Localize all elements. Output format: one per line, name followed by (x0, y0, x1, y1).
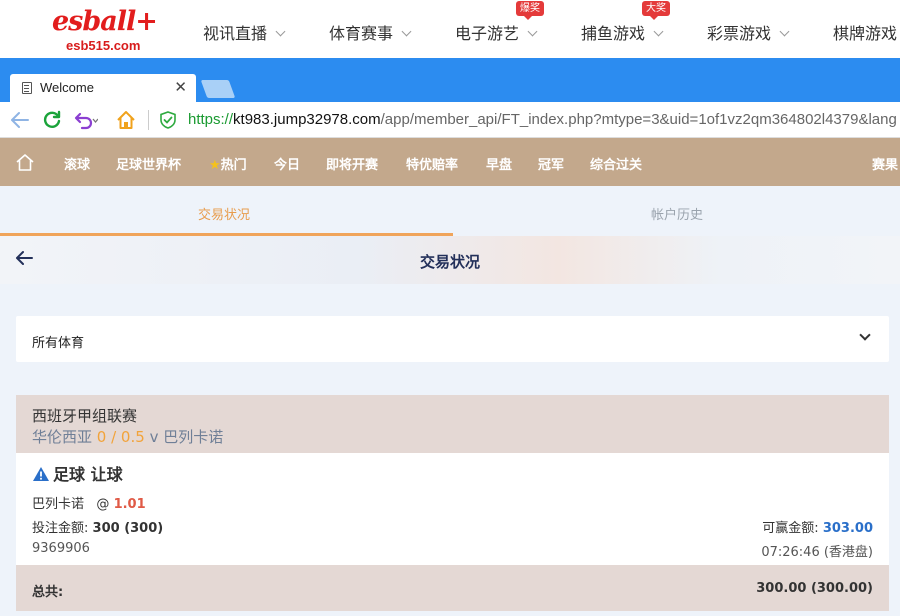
versus-label: v (149, 428, 159, 446)
menu-item-parlay[interactable]: 综合过关 (590, 154, 642, 173)
page-header: 交易状况 (0, 236, 900, 284)
home-icon[interactable] (116, 110, 136, 130)
menu-item-outright[interactable]: 冠军 (538, 154, 564, 173)
menu-item-early[interactable]: 早盘 (486, 154, 512, 173)
nav-label: 体育赛事 (329, 24, 394, 43)
bet-odds: 1.01 (113, 497, 146, 512)
selection-team: 巴列卡诺 (32, 497, 85, 512)
stake-row: 投注金额: 300 (300) (32, 517, 163, 536)
bet-selection: 巴列卡诺 @ 1.01 (32, 493, 146, 512)
sport-filter-select[interactable]: 所有体育 (16, 316, 889, 362)
nav-item-live-casino[interactable]: 视讯直播 (203, 20, 286, 44)
shield-icon[interactable] (160, 111, 176, 129)
stake-value: 300 (300) (92, 521, 164, 536)
tab-transaction-status[interactable]: 交易状况 (198, 204, 250, 223)
nav-item-lottery[interactable]: 彩票游戏 (707, 20, 790, 44)
nav-item-cards[interactable]: 棋牌游戏 (833, 20, 897, 44)
win-row: 可赢金额: 303.00 (762, 517, 873, 536)
close-icon[interactable]: ✕ (174, 78, 187, 96)
nav-label: 捕鱼游戏 (581, 24, 646, 43)
chevron-down-icon (527, 26, 538, 37)
menu-item-starting-soon[interactable]: 即将开赛 (326, 154, 378, 173)
site-logo[interactable]: esball+ esb515.com (52, 6, 162, 54)
chevron-down-icon (653, 26, 664, 37)
chevron-down-icon (275, 26, 286, 37)
match-header: 西班牙甲组联赛 华伦西亚 0 / 0.5 v 巴列卡诺 (16, 395, 889, 453)
win-value: 303.00 (822, 521, 873, 536)
league-name: 西班牙甲组联赛 (32, 407, 138, 425)
away-team: 巴列卡诺 (163, 428, 224, 446)
menu-item-hot[interactable]: ★热门 (209, 154, 247, 173)
bet-card: 足球 让球 巴列卡诺 @ 1.01 投注金额: 300 (300) 可赢金额: … (16, 453, 889, 565)
url-path: /app/member_api/FT_index.php?mtype=3&uid… (380, 111, 897, 128)
warning-icon (33, 467, 49, 481)
bet-type: 足球 让球 (32, 461, 123, 485)
at-sign: @ (96, 497, 110, 512)
sports-menu-bar: 滚球 足球世界杯 ★热门 今日 即将开赛 特优赔率 早盘 冠军 综合过关 赛果 (0, 138, 900, 186)
bet-type-label: 足球 让球 (53, 465, 123, 484)
ticket-id: 9369906 (32, 541, 90, 556)
refresh-icon[interactable] (42, 110, 62, 130)
win-label: 可赢金额: (762, 521, 819, 536)
nav-item-sports[interactable]: 体育赛事 (329, 20, 412, 44)
menu-item-results[interactable]: 赛果 (872, 154, 898, 173)
chevron-down-icon (401, 26, 412, 37)
total-value: 300.00 (300.00) (756, 581, 873, 596)
total-label: 总共: (32, 585, 64, 600)
divider (148, 110, 149, 130)
url-field[interactable]: https://kt983.jump32978.com/app/member_a… (188, 111, 900, 128)
bet-time: 07:26:46 (香港盘) (761, 545, 873, 560)
menu-item-label: 热门 (220, 158, 247, 173)
tab-title: Welcome (40, 80, 94, 95)
menu-item-today[interactable]: 今日 (274, 154, 300, 173)
nav-item-fishing[interactable]: 捕鱼游戏 (581, 20, 664, 44)
site-header: esball+ esb515.com 视讯直播 体育赛事 电子游艺 爆奖 捕鱼游… (0, 0, 900, 58)
nav-item-slots[interactable]: 电子游艺 (455, 20, 538, 44)
back-arrow-icon[interactable] (10, 111, 30, 129)
nav-label: 视讯直播 (203, 24, 268, 43)
menu-item-best-odds[interactable]: 特优赔率 (406, 154, 458, 173)
menu-item-inplay[interactable]: 滚球 (64, 154, 90, 173)
logo-domain: esb515.com (66, 38, 141, 53)
star-icon: ★ (209, 158, 221, 173)
tab-account-history[interactable]: 帐户历史 (651, 204, 703, 223)
home-team: 华伦西亚 (32, 428, 93, 446)
total-row: 总共: 300.00 (300.00) (16, 565, 889, 611)
jackpot-badge: 爆奖 (516, 1, 544, 20)
logo-brand: esball+ (52, 6, 158, 37)
page-title: 交易状况 (419, 253, 480, 271)
nav-label: 电子游艺 (455, 24, 520, 43)
chevron-down-icon (859, 329, 871, 341)
home-icon[interactable] (15, 153, 35, 171)
nav-label: 彩票游戏 (707, 24, 772, 43)
url-scheme: https:// (188, 111, 234, 128)
nav-label: 棋牌游戏 (833, 24, 898, 43)
address-bar: https://kt983.jump32978.com/app/member_a… (0, 102, 900, 138)
menu-item-world-cup[interactable]: 足球世界杯 (116, 154, 181, 173)
undo-icon[interactable] (74, 110, 98, 130)
handicap-line: 0 / 0.5 (96, 428, 145, 446)
browser-tab[interactable]: Welcome ✕ (10, 74, 196, 102)
chevron-down-icon (779, 26, 790, 37)
stake-label: 投注金额: (32, 521, 89, 536)
match-teams: 华伦西亚 0 / 0.5 v 巴列卡诺 (32, 426, 223, 447)
big-prize-badge: 大奖 (642, 1, 670, 20)
filter-value: 所有体育 (32, 336, 85, 351)
document-icon (22, 82, 32, 94)
url-host: kt983.jump32978.com (233, 111, 381, 128)
record-tabs: 交易状况 帐户历史 (0, 186, 900, 236)
browser-tab-strip: Welcome ✕ (0, 58, 900, 102)
